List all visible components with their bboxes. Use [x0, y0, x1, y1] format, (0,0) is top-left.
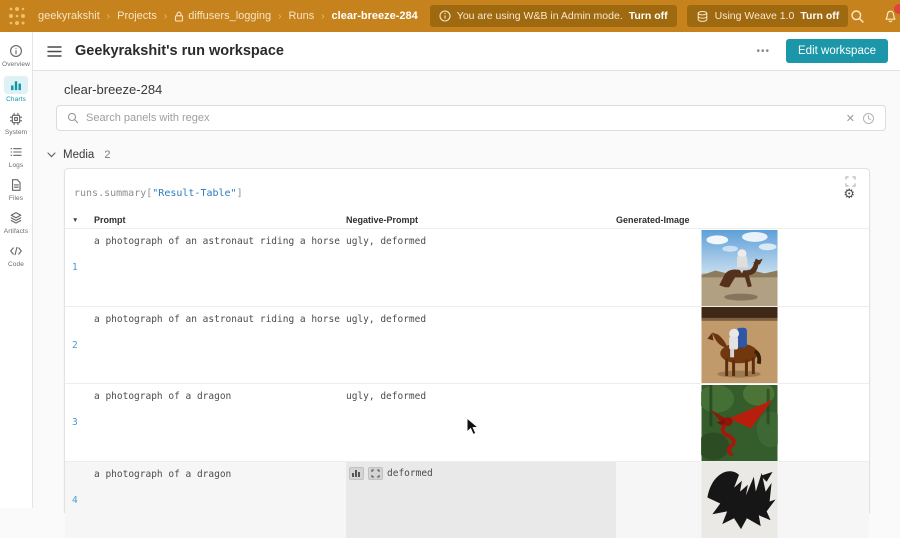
- expand-cell-icon[interactable]: [368, 467, 383, 480]
- negative-prompt-cell-hovered[interactable]: deformed: [346, 462, 616, 538]
- column-header-prompt[interactable]: Prompt: [94, 215, 126, 225]
- topbar-actions: ?: [848, 5, 900, 27]
- prompt-cell[interactable]: a photograph of an astronaut riding a ho…: [94, 236, 340, 247]
- sidebar-item-files[interactable]: Files: [0, 177, 33, 202]
- panel-query[interactable]: runs.summary["Result-Table"]: [74, 188, 243, 199]
- sidebar-item-label: Overview: [2, 61, 30, 68]
- media-section-header[interactable]: Media 2: [47, 149, 110, 161]
- breadcrumb-entity[interactable]: geekyrakshit: [38, 10, 100, 22]
- row-index[interactable]: 2: [72, 340, 78, 351]
- edge-notification-dot: [894, 4, 900, 14]
- table-header: ▼ Prompt Negative-Prompt Generated-Image: [65, 215, 869, 229]
- sidebar-item-label: Code: [8, 261, 24, 268]
- wandb-dots-icon: [4, 3, 30, 29]
- info-circle-icon: [7, 43, 25, 59]
- sidebar-item-artifacts[interactable]: Artifacts: [0, 210, 33, 235]
- run-sidebar: Overview Charts System Logs Files Artifa…: [0, 32, 33, 508]
- breadcrumb-separator: ›: [107, 11, 110, 22]
- media-section-count: 2: [104, 149, 110, 161]
- panel-search-bar: ✕: [56, 105, 886, 131]
- weave-banner: Using Weave 1.0 Turn off: [687, 5, 849, 27]
- lock-icon: [174, 11, 184, 22]
- row-index[interactable]: 1: [72, 262, 78, 273]
- history-clock-icon[interactable]: [862, 112, 875, 125]
- histogram-icon[interactable]: [349, 467, 364, 480]
- column-header-negative-prompt[interactable]: Negative-Prompt: [346, 215, 418, 225]
- generated-image[interactable]: [701, 230, 778, 306]
- table-row[interactable]: 3 a photograph of a dragon ugly, deforme…: [65, 383, 869, 461]
- top-navbar: geekyrakshit › Projects › diffusers_logg…: [0, 0, 900, 32]
- more-options-button[interactable]: •••: [757, 46, 771, 57]
- search-input[interactable]: [86, 112, 839, 124]
- search-icon[interactable]: [848, 7, 866, 25]
- weave-banner-text: Using Weave 1.0: [715, 10, 795, 22]
- breadcrumb: geekyrakshit › Projects › diffusers_logg…: [38, 10, 418, 22]
- breadcrumb-separator: ›: [278, 11, 281, 22]
- search-icon: [67, 112, 79, 124]
- negative-prompt-text: deformed: [387, 467, 433, 479]
- gear-icon[interactable]: ⚙: [843, 187, 855, 200]
- weave-turn-off-button[interactable]: Turn off: [800, 10, 839, 22]
- workspace-content: clear-breeze-284 ✕ Media 2 ⚙ runs.summar…: [33, 71, 900, 508]
- run-name: clear-breeze-284: [64, 82, 162, 97]
- prompt-cell[interactable]: a photograph of an astronaut riding a ho…: [94, 314, 340, 325]
- document-icon: [7, 177, 25, 193]
- prompt-cell[interactable]: a photograph of a dragon: [94, 469, 231, 480]
- result-table-panel: ⚙ runs.summary["Result-Table"] ▼ Prompt …: [64, 168, 870, 513]
- hamburger-menu-icon[interactable]: [47, 45, 62, 58]
- negative-prompt-cell[interactable]: ugly, deformed: [346, 391, 426, 402]
- prompt-cell[interactable]: a photograph of a dragon: [94, 391, 231, 402]
- media-section-label: Media: [63, 149, 94, 161]
- list-icon: [7, 144, 25, 160]
- cpu-icon: [7, 111, 25, 127]
- sort-caret-icon[interactable]: ▼: [72, 217, 78, 224]
- generated-image[interactable]: [701, 307, 778, 383]
- weave-icon: [696, 10, 709, 23]
- info-icon: [439, 10, 451, 22]
- negative-prompt-cell[interactable]: ugly, deformed: [346, 314, 426, 325]
- clear-search-icon[interactable]: ✕: [846, 112, 855, 125]
- negative-prompt-cell[interactable]: ugly, deformed: [346, 236, 426, 247]
- sidebar-item-overview[interactable]: Overview: [0, 43, 33, 68]
- code-icon: [7, 243, 25, 259]
- workspace-header: Geekyrakshit's run workspace ••• Edit wo…: [33, 32, 900, 71]
- admin-banner-text: You are using W&B in Admin mode.: [457, 10, 623, 22]
- breadcrumb-projects[interactable]: Projects: [117, 10, 157, 22]
- layers-icon: [7, 210, 25, 226]
- row-index[interactable]: 4: [72, 495, 78, 506]
- sidebar-item-label: System: [5, 129, 27, 136]
- breadcrumb-separator: ›: [164, 11, 167, 22]
- chevron-down-icon: [47, 152, 56, 158]
- wandb-logo[interactable]: [0, 0, 34, 32]
- row-index[interactable]: 3: [72, 417, 78, 428]
- sidebar-item-charts[interactable]: Charts: [0, 76, 33, 103]
- table-body: 1 a photograph of an astronaut riding a …: [65, 228, 869, 512]
- sidebar-item-label: Files: [9, 195, 23, 202]
- edit-workspace-button[interactable]: Edit workspace: [786, 39, 888, 63]
- sidebar-item-logs[interactable]: Logs: [0, 144, 33, 169]
- sidebar-item-system[interactable]: System: [0, 111, 33, 136]
- sidebar-item-code[interactable]: Code: [0, 243, 33, 268]
- table-row[interactable]: 2 a photograph of an astronaut riding a …: [65, 306, 869, 384]
- breadcrumb-runs[interactable]: Runs: [289, 10, 315, 22]
- page-title: Geekyrakshit's run workspace: [75, 43, 284, 59]
- table-row[interactable]: 4 a photograph of a dragon deformed: [65, 461, 869, 538]
- breadcrumb-run-name[interactable]: clear-breeze-284: [332, 10, 418, 22]
- query-key: "Result-Table": [152, 188, 236, 199]
- sidebar-item-label: Charts: [6, 96, 26, 103]
- admin-mode-banner: You are using W&B in Admin mode. Turn of…: [430, 5, 677, 27]
- column-header-generated-image[interactable]: Generated-Image: [616, 215, 690, 225]
- generated-image[interactable]: [701, 462, 778, 538]
- admin-turn-off-button[interactable]: Turn off: [629, 10, 668, 22]
- bar-chart-icon: [4, 76, 28, 94]
- sidebar-item-label: Artifacts: [4, 228, 28, 235]
- breadcrumb-separator: ›: [321, 11, 324, 22]
- generated-image[interactable]: [701, 385, 778, 461]
- sidebar-item-label: Logs: [9, 162, 24, 169]
- breadcrumb-project[interactable]: diffusers_logging: [174, 10, 271, 22]
- table-row[interactable]: 1 a photograph of an astronaut riding a …: [65, 228, 869, 306]
